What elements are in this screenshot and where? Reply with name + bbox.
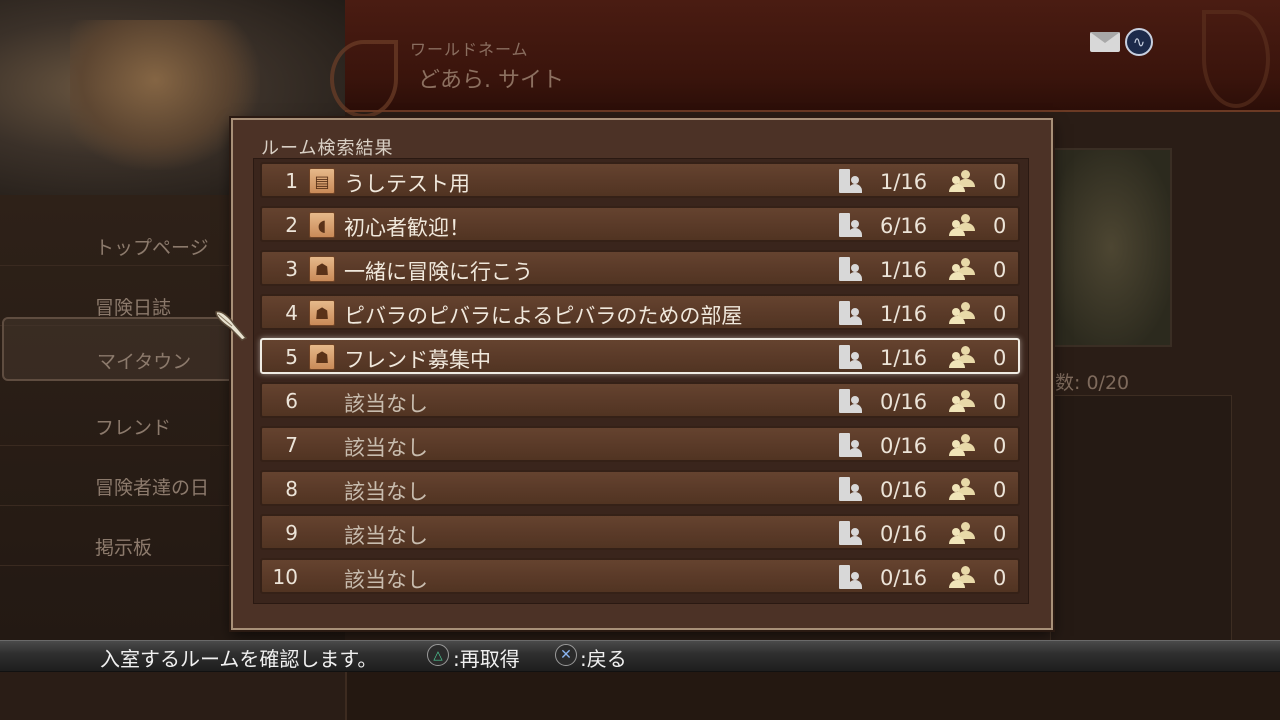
room-number: 3 (285, 257, 298, 281)
room-members: 0 (993, 522, 1007, 546)
room-occupancy: 0/16 (880, 434, 928, 458)
room-members: 0 (993, 390, 1007, 414)
network-status-icon: ∿ (1125, 28, 1153, 56)
door-occupancy-icon (839, 433, 863, 459)
door-occupancy-icon (839, 169, 863, 195)
members-icon (949, 302, 977, 326)
room-number: 6 (285, 389, 298, 413)
room-number: 8 (285, 477, 298, 501)
members-icon (949, 434, 977, 458)
room-number: 10 (272, 565, 298, 589)
beginner-icon: ◖ (309, 212, 335, 238)
room-number: 9 (285, 521, 298, 545)
mail-icon[interactable] (1090, 32, 1120, 52)
door-occupancy-icon (839, 389, 863, 415)
door-occupancy-icon (839, 345, 863, 371)
door-occupancy-icon (839, 521, 863, 547)
ornament-decoration (330, 40, 398, 118)
room-name: 該当なし (344, 480, 428, 504)
note-icon: ▤ (309, 168, 335, 194)
room-row[interactable]: 5 ☗ フレンド募集中 1/16 0 (260, 338, 1020, 374)
door-occupancy-icon (839, 257, 863, 283)
room-members: 0 (993, 170, 1007, 194)
room-name: 該当なし (344, 568, 428, 592)
party-icon: ☗ (309, 256, 335, 282)
room-row[interactable]: 7 該当なし 0/16 0 (260, 426, 1020, 462)
right-area (1050, 395, 1232, 642)
room-members: 0 (993, 566, 1007, 590)
ornament-decoration (1202, 10, 1270, 108)
door-occupancy-icon (839, 301, 863, 327)
room-row[interactable]: 6 該当なし 0/16 0 (260, 382, 1020, 418)
members-icon (949, 478, 977, 502)
room-occupancy: 1/16 (880, 258, 928, 282)
room-number: 5 (285, 345, 298, 369)
members-icon (949, 346, 977, 370)
room-occupancy: 0/16 (880, 566, 928, 590)
door-occupancy-icon (839, 565, 863, 591)
room-occupancy: 0/16 (880, 478, 928, 502)
members-icon (949, 258, 977, 282)
help-bar: 入室するルームを確認します。 △ :再取得 ✕ :戻る (0, 640, 1280, 672)
room-occupancy: 1/16 (880, 346, 928, 370)
right-count: 数: 0/20 (1055, 372, 1130, 394)
room-row[interactable]: 2 ◖ 初心者歓迎！ 6/16 0 (260, 206, 1020, 242)
world-label: ワールドネーム (410, 40, 529, 59)
room-name: 一緒に冒険に行こう (344, 260, 533, 284)
room-occupancy: 0/16 (880, 390, 928, 414)
room-name: うしテスト用 (344, 172, 470, 196)
members-icon (949, 566, 977, 590)
members-icon (949, 522, 977, 546)
room-row[interactable]: 4 ☗ ピバラのピバラによるピバラのための部屋 1/16 0 (260, 294, 1020, 330)
room-members: 0 (993, 302, 1007, 326)
room-members: 0 (993, 434, 1007, 458)
room-row[interactable]: 10 該当なし 0/16 0 (260, 558, 1020, 594)
cross-button-icon[interactable]: ✕ (555, 644, 577, 666)
friends-icon: ☗ (309, 344, 335, 370)
room-occupancy: 1/16 (880, 170, 928, 194)
room-members: 0 (993, 346, 1007, 370)
room-number: 4 (285, 301, 298, 325)
back-label: :戻る (580, 647, 627, 671)
room-members: 0 (993, 258, 1007, 282)
members-icon (949, 390, 977, 414)
town-preview-image (1050, 148, 1172, 347)
pointer-cursor-icon (215, 310, 248, 341)
room-members: 0 (993, 214, 1007, 238)
room-row[interactable]: 1 ▤ うしテスト用 1/16 0 (260, 162, 1020, 198)
room-row[interactable]: 3 ☗ 一緒に冒険に行こう 1/16 0 (260, 250, 1020, 286)
room-name: ピバラのピバラによるピバラのための部屋 (344, 304, 743, 328)
lower-area (345, 670, 1280, 720)
room-name: 該当なし (344, 436, 428, 460)
members-icon (949, 214, 977, 238)
room-name: 該当なし (344, 392, 428, 416)
triangle-button-icon[interactable]: △ (427, 644, 449, 666)
room-occupancy: 0/16 (880, 522, 928, 546)
room-name: 該当なし (344, 524, 428, 548)
room-row[interactable]: 8 該当なし 0/16 0 (260, 470, 1020, 506)
room-search-dialog: ルーム検索結果 1 ▤ うしテスト用 1/16 0 2 ◖ 初心者歓迎！ 6/16 0 3 ☗ 一緒に冒… (231, 118, 1053, 630)
room-row[interactable]: 9 該当なし 0/16 0 (260, 514, 1020, 550)
room-number: 7 (285, 433, 298, 457)
room-occupancy: 6/16 (880, 214, 928, 238)
room-name: 初心者歓迎！ (344, 216, 470, 240)
dialog-title: ルーム検索結果 (261, 138, 394, 159)
help-text: 入室するルームを確認します。 (100, 647, 378, 671)
room-number: 1 (285, 169, 298, 193)
members-icon (949, 170, 977, 194)
room-occupancy: 1/16 (880, 302, 928, 326)
friends-icon: ☗ (309, 300, 335, 326)
refresh-label: :再取得 (453, 647, 520, 671)
room-name: フレンド募集中 (344, 348, 491, 372)
door-occupancy-icon (839, 477, 863, 503)
room-number: 2 (285, 213, 298, 237)
world-name: どあら. サイト (418, 68, 564, 93)
room-members: 0 (993, 478, 1007, 502)
door-occupancy-icon (839, 213, 863, 239)
